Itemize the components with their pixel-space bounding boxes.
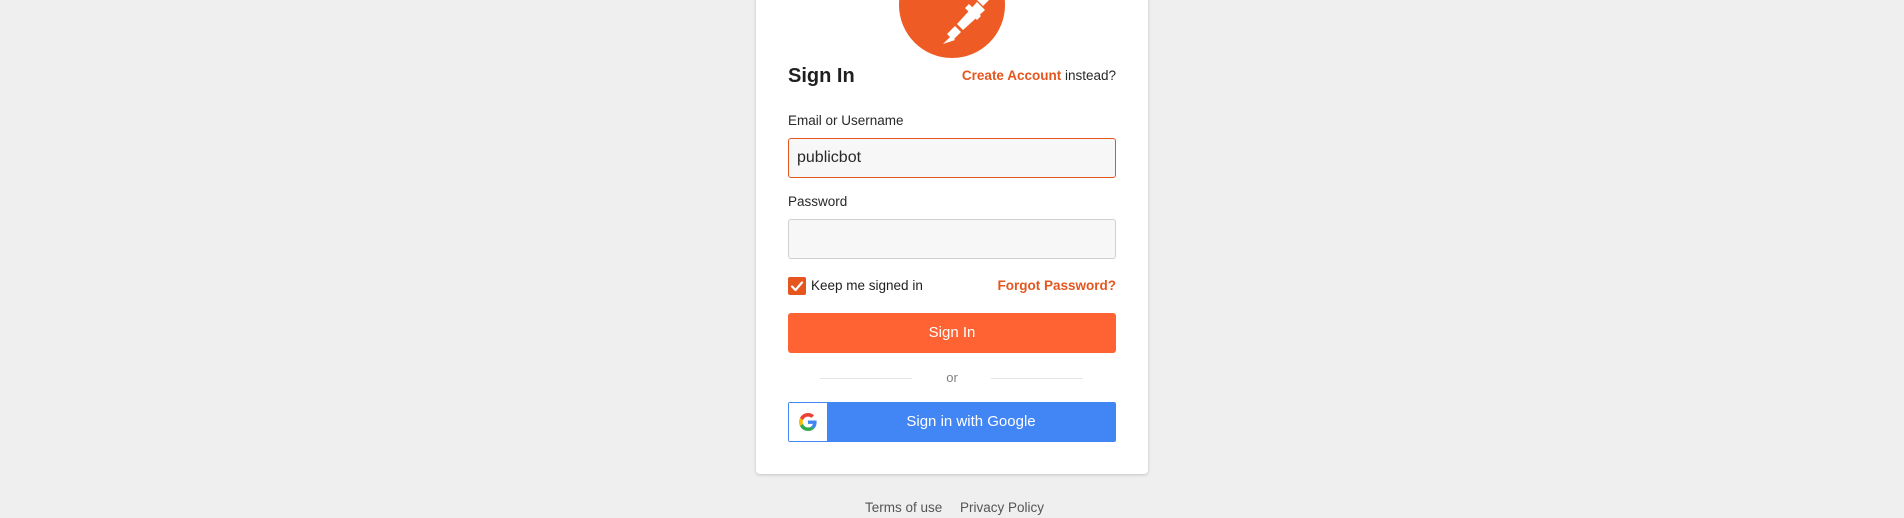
google-signin-button[interactable]: Sign in with Google (788, 402, 1116, 442)
keep-signed-in-label: Keep me signed in (811, 278, 923, 293)
password-label: Password (788, 194, 848, 209)
divider-line-left (820, 378, 912, 379)
google-g-icon (799, 413, 817, 431)
email-label: Email or Username (788, 113, 904, 128)
email-input[interactable] (788, 138, 1116, 178)
keep-signed-in-checkbox[interactable] (788, 277, 806, 295)
sign-in-button[interactable]: Sign In (788, 313, 1116, 353)
divider-or: or (946, 370, 958, 385)
google-icon-container (789, 403, 827, 441)
terms-of-use-link[interactable]: Terms of use (865, 500, 942, 515)
privacy-policy-link[interactable]: Privacy Policy (960, 500, 1044, 515)
password-input[interactable] (788, 219, 1116, 259)
google-signin-label: Sign in with Google (906, 413, 1036, 430)
forgot-password-link[interactable]: Forgot Password? (997, 278, 1116, 293)
checkmark-icon (790, 281, 804, 292)
create-account-suffix: instead? (1061, 68, 1116, 83)
divider-line-right (991, 378, 1083, 379)
postman-logo-icon (899, 0, 1005, 58)
create-account-link[interactable]: Create Account (962, 68, 1061, 83)
page-title: Sign In (788, 65, 855, 87)
create-account-row: Create Account instead? (962, 68, 1116, 83)
